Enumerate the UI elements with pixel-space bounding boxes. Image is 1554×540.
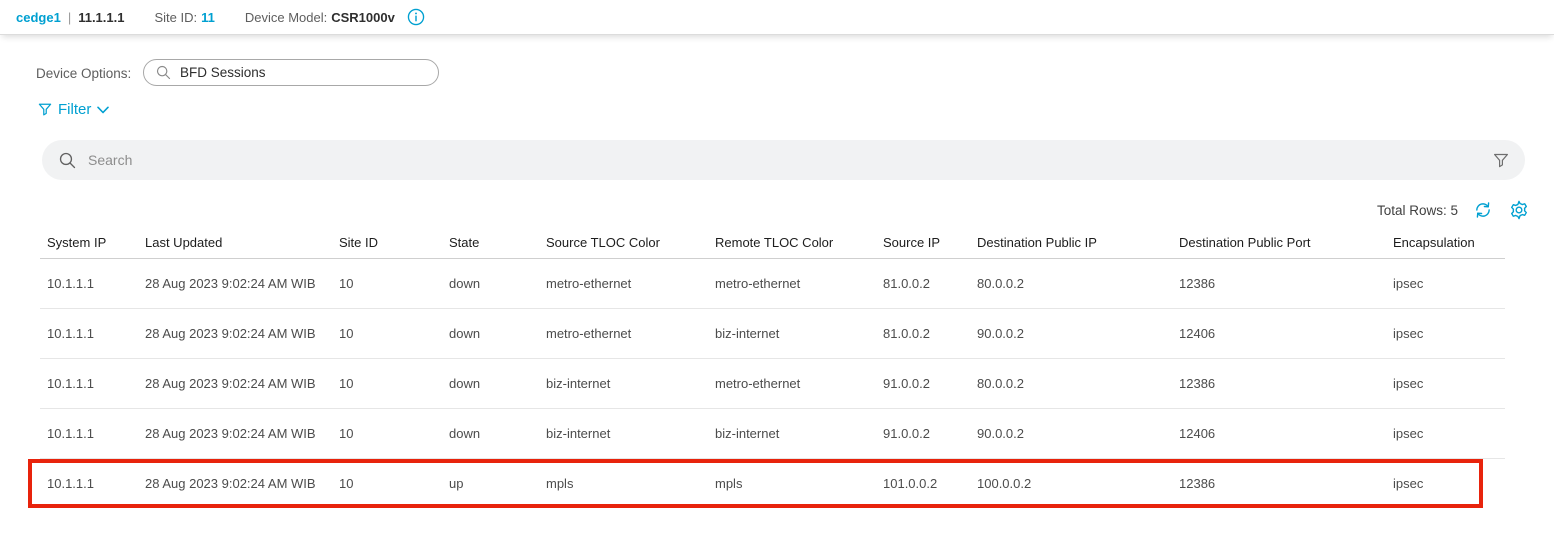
table-cell: down <box>442 408 539 458</box>
separator: | <box>68 10 71 25</box>
bfd-sessions-page: { "device_header": { "hostname": "cedge1… <box>0 0 1554 540</box>
table-cell: metro-ethernet <box>708 358 876 408</box>
column-filter-icon[interactable] <box>1493 152 1509 169</box>
table-cell: 80.0.0.2 <box>970 258 1172 308</box>
table-cell: metro-ethernet <box>708 258 876 308</box>
table-cell: metro-ethernet <box>539 258 708 308</box>
table-cell: 12386 <box>1172 358 1386 408</box>
table-search-bar <box>42 140 1525 180</box>
site-id-label: Site ID: <box>154 10 197 25</box>
table-cell: 28 Aug 2023 9:02:24 AM WIB <box>138 308 332 358</box>
table-cell: ipsec <box>1386 308 1505 358</box>
gear-icon[interactable] <box>1508 199 1530 221</box>
table-cell: 10.1.1.1 <box>40 358 138 408</box>
device-system-ip: 11.1.1.1 <box>78 10 124 25</box>
table-cell: 90.0.0.2 <box>970 308 1172 358</box>
table-cell: 10.1.1.1 <box>40 408 138 458</box>
filter-label: Filter <box>58 101 91 118</box>
table-cell: 10.1.1.1 <box>40 458 138 508</box>
table-cell: 10 <box>332 258 442 308</box>
table-cell: ipsec <box>1386 258 1505 308</box>
col-header-encapsulation[interactable]: Encapsulation <box>1386 228 1505 258</box>
table-cell: 91.0.0.2 <box>876 358 970 408</box>
filter-toggle[interactable]: Filter <box>38 101 109 118</box>
device-model-label: Device Model: <box>245 10 327 25</box>
total-rows-count: 5 <box>1450 203 1458 218</box>
search-input[interactable] <box>88 140 1493 180</box>
refresh-icon[interactable] <box>1473 200 1493 220</box>
table-cell: 28 Aug 2023 9:02:24 AM WIB <box>138 408 332 458</box>
table-cell: 10.1.1.1 <box>40 258 138 308</box>
table-cell: 12406 <box>1172 308 1386 358</box>
table-cell: 91.0.0.2 <box>876 408 970 458</box>
table-cell: 12386 <box>1172 458 1386 508</box>
col-header-source-ip[interactable]: Source IP <box>876 228 970 258</box>
table-cell: biz-internet <box>539 408 708 458</box>
table-cell: 10.1.1.1 <box>40 308 138 358</box>
table-cell: 12386 <box>1172 258 1386 308</box>
col-header-last-updated[interactable]: Last Updated <box>138 228 332 258</box>
table-cell: 81.0.0.2 <box>876 308 970 358</box>
col-header-destination-public-ip[interactable]: Destination Public IP <box>970 228 1172 258</box>
device-options-input[interactable]: BFD Sessions <box>143 59 439 86</box>
col-header-remote-tloc-color[interactable]: Remote TLOC Color <box>708 228 876 258</box>
device-options-row: Device Options: BFD Sessions <box>0 59 1554 89</box>
table-cell: 28 Aug 2023 9:02:24 AM WIB <box>138 458 332 508</box>
col-header-system-ip[interactable]: System IP <box>40 228 138 258</box>
table-cell: biz-internet <box>708 308 876 358</box>
col-header-source-tloc-color[interactable]: Source TLOC Color <box>539 228 708 258</box>
site-id-group: Site ID: 11 <box>154 10 214 25</box>
table-cell: metro-ethernet <box>539 308 708 358</box>
device-hostname[interactable]: cedge1 <box>16 10 61 25</box>
table-cell: 28 Aug 2023 9:02:24 AM WIB <box>138 358 332 408</box>
device-model-value: CSR1000v <box>331 10 395 25</box>
table-cell: ipsec <box>1386 358 1505 408</box>
table-row[interactable]: 10.1.1.1 28 Aug 2023 9:02:24 AM WIB 10 d… <box>40 358 1505 408</box>
site-id-value: 11 <box>201 10 215 25</box>
table-header-row: System IP Last Updated Site ID State Sou… <box>40 228 1505 258</box>
table-cell: 81.0.0.2 <box>876 258 970 308</box>
table-cell: 90.0.0.2 <box>970 408 1172 458</box>
table-row[interactable]: 10.1.1.1 28 Aug 2023 9:02:24 AM WIB 10 d… <box>40 258 1505 308</box>
table-cell: 10 <box>332 408 442 458</box>
table-cell: ipsec <box>1386 408 1505 458</box>
search-icon <box>156 65 171 80</box>
device-model-group: Device Model: CSR1000v <box>245 10 395 25</box>
table-cell: 101.0.0.2 <box>876 458 970 508</box>
table-cell: 28 Aug 2023 9:02:24 AM WIB <box>138 258 332 308</box>
bfd-sessions-table: System IP Last Updated Site ID State Sou… <box>40 228 1505 508</box>
col-header-destination-public-port[interactable]: Destination Public Port <box>1172 228 1386 258</box>
table-meta-row: Total Rows: 5 <box>0 197 1530 223</box>
table-cell: mpls <box>539 458 708 508</box>
table-cell: down <box>442 308 539 358</box>
table-cell: 80.0.0.2 <box>970 358 1172 408</box>
table-row[interactable]: 10.1.1.1 28 Aug 2023 9:02:24 AM WIB 10 d… <box>40 408 1505 458</box>
device-header-bar: cedge1 | 11.1.1.1 Site ID: 11 Device Mode… <box>0 0 1554 35</box>
table-cell: 10 <box>332 308 442 358</box>
table-row[interactable]: 10.1.1.1 28 Aug 2023 9:02:24 AM WIB 10 d… <box>40 308 1505 358</box>
col-header-site-id[interactable]: Site ID <box>332 228 442 258</box>
device-options-label: Device Options: <box>36 66 131 81</box>
table-cell: 10 <box>332 458 442 508</box>
table-cell: mpls <box>708 458 876 508</box>
table-cell: biz-internet <box>539 358 708 408</box>
table-cell: 100.0.0.2 <box>970 458 1172 508</box>
chevron-down-icon <box>97 106 109 114</box>
info-icon[interactable] <box>407 8 425 26</box>
table-cell: biz-internet <box>708 408 876 458</box>
table-cell: up <box>442 458 539 508</box>
table-cell: down <box>442 358 539 408</box>
filter-funnel-icon <box>38 102 52 117</box>
search-icon <box>59 152 76 169</box>
col-header-state[interactable]: State <box>442 228 539 258</box>
table-row-highlighted[interactable]: 10.1.1.1 28 Aug 2023 9:02:24 AM WIB 10 u… <box>40 458 1505 508</box>
table-cell: down <box>442 258 539 308</box>
device-options-value: BFD Sessions <box>180 65 266 80</box>
table-cell: ipsec <box>1386 458 1505 508</box>
table-cell: 10 <box>332 358 442 408</box>
table-cell: 12406 <box>1172 408 1386 458</box>
total-rows: Total Rows: 5 <box>1377 203 1458 218</box>
